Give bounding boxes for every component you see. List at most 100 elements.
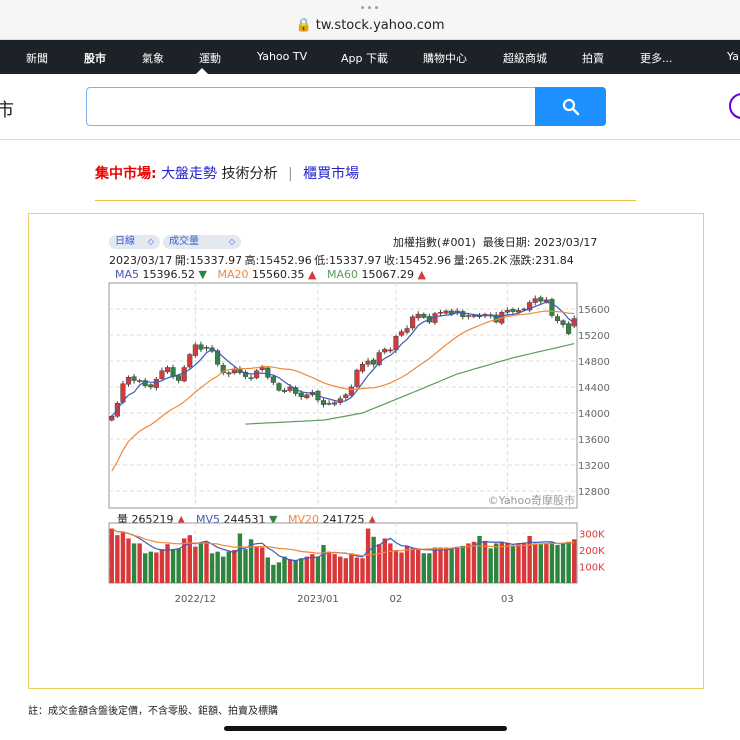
candle (320, 400, 327, 405)
candle (515, 310, 522, 313)
volume-bar (354, 557, 360, 583)
x-tick-label: 2022/12 (175, 594, 217, 605)
candle (554, 316, 561, 321)
volume-bar (371, 536, 376, 583)
volume-bar (505, 542, 510, 583)
candle (326, 403, 332, 405)
candle (415, 313, 421, 319)
candle (365, 360, 371, 365)
volume-bar (159, 549, 165, 583)
candle (504, 310, 510, 313)
candle (125, 377, 132, 385)
volume-bar (304, 556, 309, 583)
candle (538, 297, 544, 302)
volume-bar (533, 543, 538, 583)
candle (254, 370, 260, 379)
candle (248, 377, 254, 379)
candle (371, 359, 377, 365)
candle (176, 375, 182, 381)
candle (192, 344, 198, 356)
volume-bar (360, 558, 365, 583)
candle (549, 299, 555, 316)
volume-bar (237, 533, 243, 583)
candle (131, 376, 137, 381)
volume-bar (276, 562, 282, 583)
price-tick-label: 13600 (578, 435, 610, 446)
price-tick-label: 12800 (578, 487, 610, 498)
candle (270, 376, 276, 383)
candle (421, 313, 427, 318)
volume-bar (204, 541, 209, 583)
volume-tick-label: 200K (579, 546, 605, 557)
candle (382, 349, 388, 353)
volume-bar (438, 547, 443, 583)
price-tick-label: 14400 (578, 383, 610, 394)
volume-bar (555, 545, 560, 583)
price-tick-label: 15600 (578, 305, 610, 316)
candle (287, 386, 293, 391)
volume-bar (365, 528, 371, 583)
volume-bar (544, 543, 549, 583)
volume-bar (232, 550, 237, 583)
volume-bar (449, 549, 454, 583)
candle (471, 315, 477, 317)
volume-bar (265, 557, 270, 583)
candle (226, 372, 232, 375)
candle (543, 299, 549, 302)
candle (159, 370, 165, 379)
volume-bar (482, 540, 488, 583)
volume-bar (427, 553, 432, 583)
volume-bar (432, 547, 438, 583)
volume-bar (126, 538, 131, 583)
volume-bar (416, 548, 421, 583)
volume-bar (343, 558, 348, 583)
volume-bar (377, 544, 382, 583)
stock-chart[interactable]: 15600 15200 14800 14400 14000 13600 13200 12800… (0, 0, 740, 740)
volume-bar (209, 553, 215, 583)
volume-bar (271, 564, 276, 583)
candle (332, 402, 338, 405)
price-tick-label: 15200 (578, 331, 610, 342)
volume-bar (282, 556, 287, 583)
volume-bar (538, 544, 543, 583)
candle (532, 298, 538, 303)
candle (304, 394, 310, 399)
volume-bar (148, 551, 153, 583)
volume-bar (260, 547, 265, 583)
volume-bar (326, 551, 332, 583)
volume-bar (287, 559, 293, 583)
volume-bar (393, 550, 399, 583)
home-indicator[interactable] (224, 726, 507, 731)
volume-bar (215, 551, 220, 583)
volume-tick-label: 300K (579, 530, 605, 541)
candle (153, 378, 159, 388)
candle (164, 367, 171, 373)
volume-bar (404, 545, 410, 583)
volume-bar (549, 542, 555, 583)
candle (198, 344, 204, 350)
volume-bar (332, 554, 337, 583)
volume-bar (193, 546, 198, 583)
candle (187, 354, 193, 368)
footnote: 註：成交金額含盤後定價，不含零股、鉅額、拍賣及標購 (28, 706, 278, 717)
volume-bar (421, 553, 426, 583)
candle (203, 347, 210, 349)
candle (566, 323, 572, 334)
candle (148, 384, 154, 388)
volume-bar (115, 535, 120, 583)
candle (560, 320, 566, 325)
candle (109, 416, 115, 421)
candle (348, 386, 354, 396)
volume-bar (494, 543, 499, 583)
volume-bar (243, 549, 248, 583)
candle (437, 312, 444, 314)
candle (181, 367, 187, 382)
volume-bar (488, 548, 493, 583)
volume-bar (410, 548, 415, 583)
volume-bar (109, 528, 114, 583)
volume-bar (560, 543, 566, 583)
volume-bar (471, 541, 477, 583)
volume-bar (460, 545, 465, 583)
candle (259, 367, 265, 370)
price-tick-label: 14000 (578, 409, 610, 420)
